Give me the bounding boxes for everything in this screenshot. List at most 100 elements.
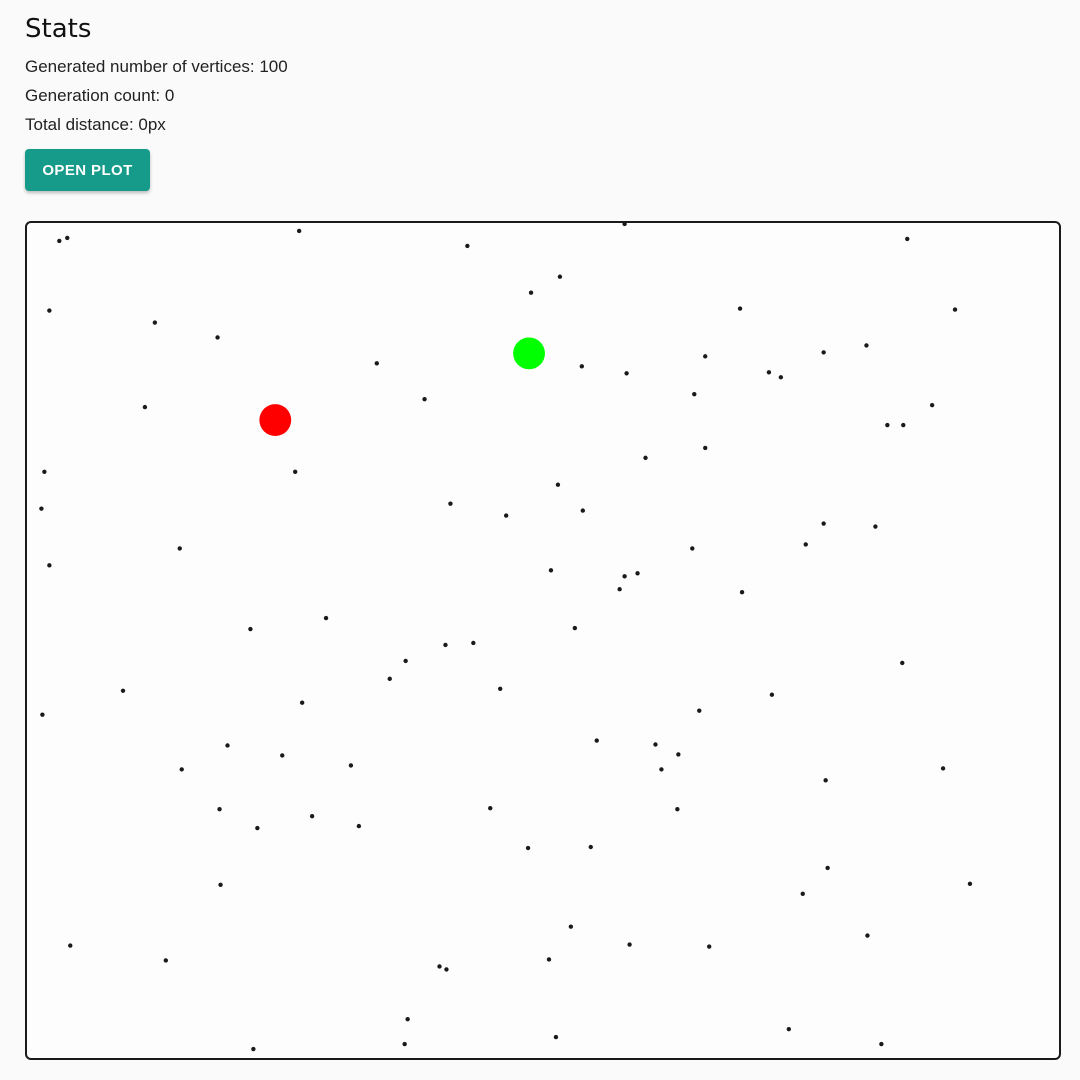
vertex-dot bbox=[356, 823, 362, 829]
vertex-dot bbox=[299, 700, 305, 705]
vertex-dot bbox=[622, 574, 627, 579]
open-plot-button[interactable]: OPEN PLOT bbox=[25, 149, 150, 191]
vertex-dot bbox=[443, 642, 448, 648]
vertex-dot bbox=[643, 455, 648, 461]
vertex-dot bbox=[967, 881, 973, 887]
vertex-dot bbox=[422, 396, 427, 402]
vertex-dot bbox=[471, 640, 476, 646]
vertex-dot bbox=[901, 422, 906, 428]
vertex-dot bbox=[163, 958, 168, 963]
vertex-dot bbox=[47, 308, 52, 313]
vertex-dot bbox=[225, 743, 230, 748]
vertex-dot bbox=[248, 626, 253, 632]
vertex-dot bbox=[39, 506, 44, 511]
vertex-dot bbox=[707, 944, 712, 949]
vertex-dot bbox=[448, 501, 453, 506]
vertex-dot bbox=[488, 806, 493, 811]
vertex-dot bbox=[786, 1026, 792, 1032]
vertex-dot bbox=[65, 235, 70, 241]
vertex-dot bbox=[659, 767, 664, 772]
vertex-dot bbox=[676, 752, 681, 757]
vertex-dot bbox=[546, 957, 552, 962]
vertex-dot bbox=[309, 813, 315, 819]
vertex-dot bbox=[873, 524, 878, 529]
vertex-dot bbox=[766, 370, 772, 375]
vertex-dot bbox=[885, 422, 890, 428]
vertex-dot bbox=[217, 807, 222, 812]
vertex-dot bbox=[635, 571, 640, 576]
vertex-dot bbox=[865, 933, 870, 938]
vertex-dot bbox=[568, 924, 574, 929]
vertex-dot bbox=[498, 686, 503, 691]
vertex-dot bbox=[40, 712, 45, 717]
vertex-dot bbox=[68, 943, 73, 948]
vertex-dot bbox=[437, 964, 442, 969]
vertex-dot bbox=[929, 402, 935, 408]
stats-title: Stats bbox=[25, 14, 92, 44]
vertex-dot bbox=[572, 625, 578, 631]
vertex-dot bbox=[803, 542, 808, 547]
vertex-dot bbox=[690, 546, 695, 551]
vertex-dot bbox=[653, 742, 658, 747]
vertex-dot bbox=[465, 243, 470, 249]
app-page: Stats Generated number of vertices: 100 … bbox=[0, 0, 1080, 1080]
vertex-dot bbox=[703, 354, 708, 359]
vertex-dot bbox=[528, 290, 534, 295]
total-distance-text: Total distance: 0px bbox=[25, 115, 166, 134]
vertex-dot bbox=[251, 1046, 256, 1052]
vertex-dot bbox=[374, 361, 379, 366]
vertex-dot bbox=[323, 615, 329, 621]
vertex-dot bbox=[622, 223, 627, 227]
end-marker bbox=[513, 337, 545, 370]
vertex-dot bbox=[940, 766, 946, 771]
vertex-dot bbox=[900, 660, 905, 666]
vertex-dot bbox=[296, 228, 302, 234]
vertex-dot bbox=[553, 1034, 559, 1040]
vertex-dot bbox=[57, 238, 62, 244]
vertex-dot bbox=[905, 236, 910, 242]
vertex-dot bbox=[120, 688, 126, 693]
vertex-dot bbox=[821, 350, 826, 355]
vertex-dot bbox=[47, 563, 52, 568]
vertex-canvas[interactable] bbox=[25, 221, 1061, 1060]
vertex-dot bbox=[675, 807, 680, 812]
vertex-dot bbox=[580, 508, 585, 513]
vertex-dot bbox=[737, 306, 743, 311]
vertex-dot bbox=[624, 371, 629, 376]
vertex-dot bbox=[864, 343, 869, 348]
vertex-dot bbox=[703, 445, 708, 451]
generation-count-text: Generation count: 0 bbox=[25, 86, 175, 105]
vertex-dot bbox=[692, 391, 697, 397]
vertex-dot bbox=[952, 307, 958, 312]
vertex-dot bbox=[769, 692, 775, 697]
vertex-dot bbox=[280, 753, 285, 758]
vertex-dot bbox=[594, 738, 599, 743]
vertices-count-text: Generated number of vertices: 100 bbox=[25, 57, 288, 76]
vertex-dot bbox=[555, 482, 561, 487]
vertex-dot bbox=[525, 845, 531, 851]
vertex-dot bbox=[617, 587, 622, 592]
vertex-dot bbox=[348, 763, 354, 768]
vertex-dot bbox=[548, 568, 554, 573]
vertex-dot bbox=[444, 967, 449, 972]
vertex-dot bbox=[42, 469, 47, 474]
vertex-dot bbox=[387, 676, 392, 682]
vertex-dot bbox=[503, 513, 509, 518]
vertex-dot bbox=[579, 364, 585, 369]
vertex-dot bbox=[627, 942, 632, 947]
vertex-dot bbox=[292, 469, 298, 474]
vertex-dot bbox=[403, 658, 408, 664]
vertex-dot bbox=[823, 778, 828, 783]
vertex-dot bbox=[402, 1041, 407, 1047]
vertex-dot bbox=[800, 891, 805, 896]
vertex-dot bbox=[255, 825, 260, 831]
vertex-dot bbox=[179, 767, 184, 772]
vertex-plot bbox=[39, 223, 973, 1052]
vertex-dot bbox=[218, 882, 223, 888]
vertex-dot bbox=[778, 375, 784, 380]
stats-panel: Stats Generated number of vertices: 100 … bbox=[25, 12, 288, 191]
vertex-dot bbox=[177, 546, 182, 551]
vertex-dot bbox=[821, 521, 826, 526]
start-marker bbox=[259, 404, 292, 436]
vertex-dot bbox=[588, 844, 593, 850]
